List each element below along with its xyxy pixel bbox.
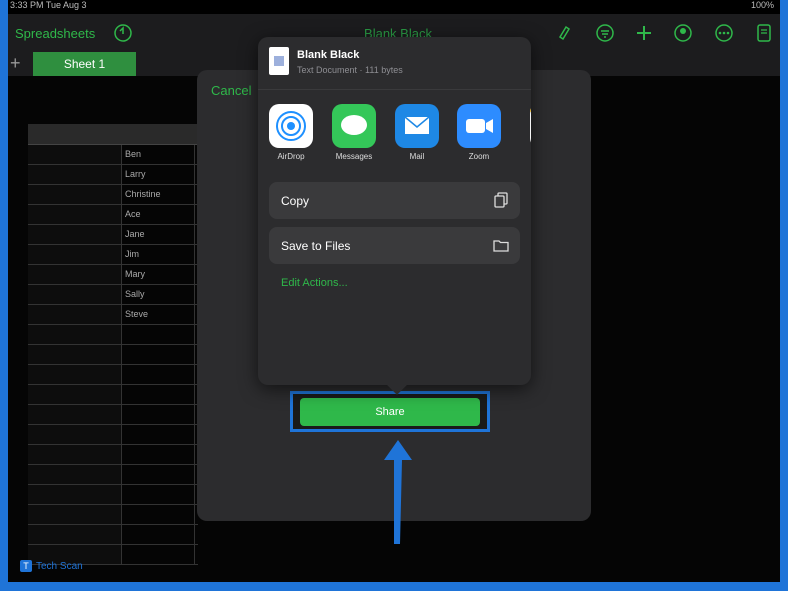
app-mail[interactable]: Mail (393, 104, 441, 161)
table-row[interactable] (28, 465, 198, 485)
app-notes[interactable] (516, 104, 531, 148)
battery-level: 100% (750, 0, 774, 10)
table-row[interactable] (28, 485, 198, 505)
folder-icon (493, 240, 509, 252)
watermark-logo-icon: T (20, 560, 32, 572)
share-sheet-popover: Blank Black Text Document · 111 bytes Ai… (258, 37, 531, 385)
table-row[interactable] (28, 425, 198, 445)
name-cell[interactable]: Ben (122, 145, 195, 164)
status-time: 3:33 PM Tue Aug 3 (10, 0, 87, 10)
name-cell[interactable]: Steve (122, 305, 195, 324)
table-row[interactable] (28, 505, 198, 525)
messages-icon (332, 104, 376, 148)
table-row[interactable]: Steve (28, 305, 198, 325)
ipad-screen: 3:33 PM Tue Aug 3 100% Spreadsheets Blan… (8, 0, 780, 582)
notes-icon (530, 104, 531, 148)
table-row[interactable]: Christine (28, 185, 198, 205)
share-button-highlight: Share (290, 391, 490, 432)
watermark: T Tech Scan (20, 560, 83, 572)
table-row[interactable]: Larry (28, 165, 198, 185)
mail-icon (395, 104, 439, 148)
name-cell[interactable]: Christine (122, 185, 195, 204)
table-row[interactable] (28, 325, 198, 345)
share-button[interactable]: Share (300, 398, 480, 426)
add-sheet-icon[interactable]: + (10, 53, 21, 74)
table-row[interactable]: Ace (28, 205, 198, 225)
app-label: Messages (335, 152, 373, 161)
copy-icon (494, 192, 508, 208)
table-row[interactable] (28, 385, 198, 405)
copy-button[interactable]: Copy (269, 182, 520, 219)
app-messages[interactable]: Messages (330, 104, 378, 161)
arrow-annotation-icon (384, 440, 412, 544)
app-zoom[interactable]: Zoom (455, 104, 503, 161)
name-cell[interactable]: Larry (122, 165, 195, 184)
format-brush-icon[interactable] (554, 23, 574, 43)
table-row[interactable]: Jim (28, 245, 198, 265)
app-label: Zoom (468, 152, 490, 161)
filter-icon[interactable] (595, 23, 615, 43)
save-to-files-button[interactable]: Save to Files (269, 227, 520, 264)
app-label: Mail (409, 152, 425, 161)
name-cell[interactable]: Sally (122, 285, 195, 304)
table-row[interactable]: Sally (28, 285, 198, 305)
add-icon[interactable] (634, 23, 654, 43)
table-header-row (28, 124, 198, 145)
table-row[interactable]: Jane (28, 225, 198, 245)
status-bar: 3:33 PM Tue Aug 3 100% (8, 0, 780, 12)
name-cell[interactable]: Jim (122, 245, 195, 264)
table-row[interactable] (28, 345, 198, 365)
table-grid: Ben Larry Christine Ace Jane Jim Mary Sa… (28, 124, 198, 565)
table-row[interactable] (28, 405, 198, 425)
more-icon[interactable] (714, 23, 734, 43)
cancel-button[interactable]: Cancel (211, 83, 251, 98)
table-row[interactable]: Mary (28, 265, 198, 285)
airdrop-icon (269, 104, 313, 148)
zoom-icon (457, 104, 501, 148)
table-row[interactable] (28, 445, 198, 465)
edit-actions-link[interactable]: Edit Actions... (281, 277, 348, 289)
table-row[interactable] (28, 365, 198, 385)
name-cell[interactable]: Ace (122, 205, 195, 224)
document-icon[interactable] (754, 23, 774, 43)
app-label: AirDrop (277, 152, 305, 161)
save-to-files-label: Save to Files (281, 239, 351, 253)
watermark-text: Tech Scan (36, 561, 83, 572)
app-frame: 3:33 PM Tue Aug 3 100% Spreadsheets Blan… (0, 0, 788, 591)
copy-label: Copy (281, 194, 310, 208)
undo-icon[interactable] (113, 23, 133, 43)
name-cell[interactable]: Mary (122, 265, 195, 284)
app-airdrop[interactable]: AirDrop (267, 104, 315, 161)
share-sheet-header: Blank Black Text Document · 111 bytes (258, 37, 531, 90)
table-row[interactable]: Ben (28, 145, 198, 165)
tab-sheet-1[interactable]: Sheet 1 (33, 52, 136, 76)
table-row[interactable] (28, 525, 198, 545)
collaborate-icon[interactable] (673, 23, 693, 43)
spreadsheets-back-button[interactable]: Spreadsheets (15, 26, 95, 41)
file-subtitle: Text Document · 111 bytes (297, 65, 403, 75)
share-app-row: AirDrop Messages Mail Zoom (258, 104, 531, 164)
name-cell[interactable]: Jane (122, 225, 195, 244)
file-title: Blank Black (297, 49, 360, 61)
file-icon (269, 47, 289, 75)
